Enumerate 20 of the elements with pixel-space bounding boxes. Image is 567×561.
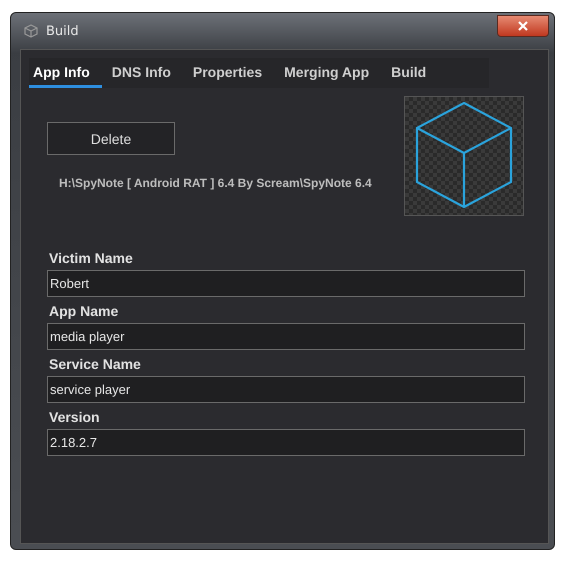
file-path: H:\SpyNote [ Android RAT ] 6.4 By Scream\SpyNote 6.4 [58,176,372,190]
cube-icon [24,24,38,38]
field-label: Service Name [48,356,142,372]
window-title: Build [46,24,80,38]
tab[interactable]: DNS Info [108,58,183,88]
delete-button[interactable]: Delete [47,122,175,155]
close-icon [518,21,528,31]
field-label: App Name [48,303,120,319]
input-field[interactable]: media player [47,323,525,350]
close-button[interactable] [497,15,549,37]
input-field[interactable]: Robert [47,270,525,297]
cube-icon [404,96,524,216]
input-field[interactable]: service player [47,376,525,403]
tab[interactable]: Merging App [280,58,382,88]
field-label: Victim Name [48,250,134,266]
tab[interactable]: App Info [29,58,102,88]
tab[interactable]: Properties [188,58,274,88]
tab[interactable]: Build [387,58,438,88]
field-label: Version [48,409,101,425]
input-field[interactable]: 2.18.2.7 [47,429,525,456]
